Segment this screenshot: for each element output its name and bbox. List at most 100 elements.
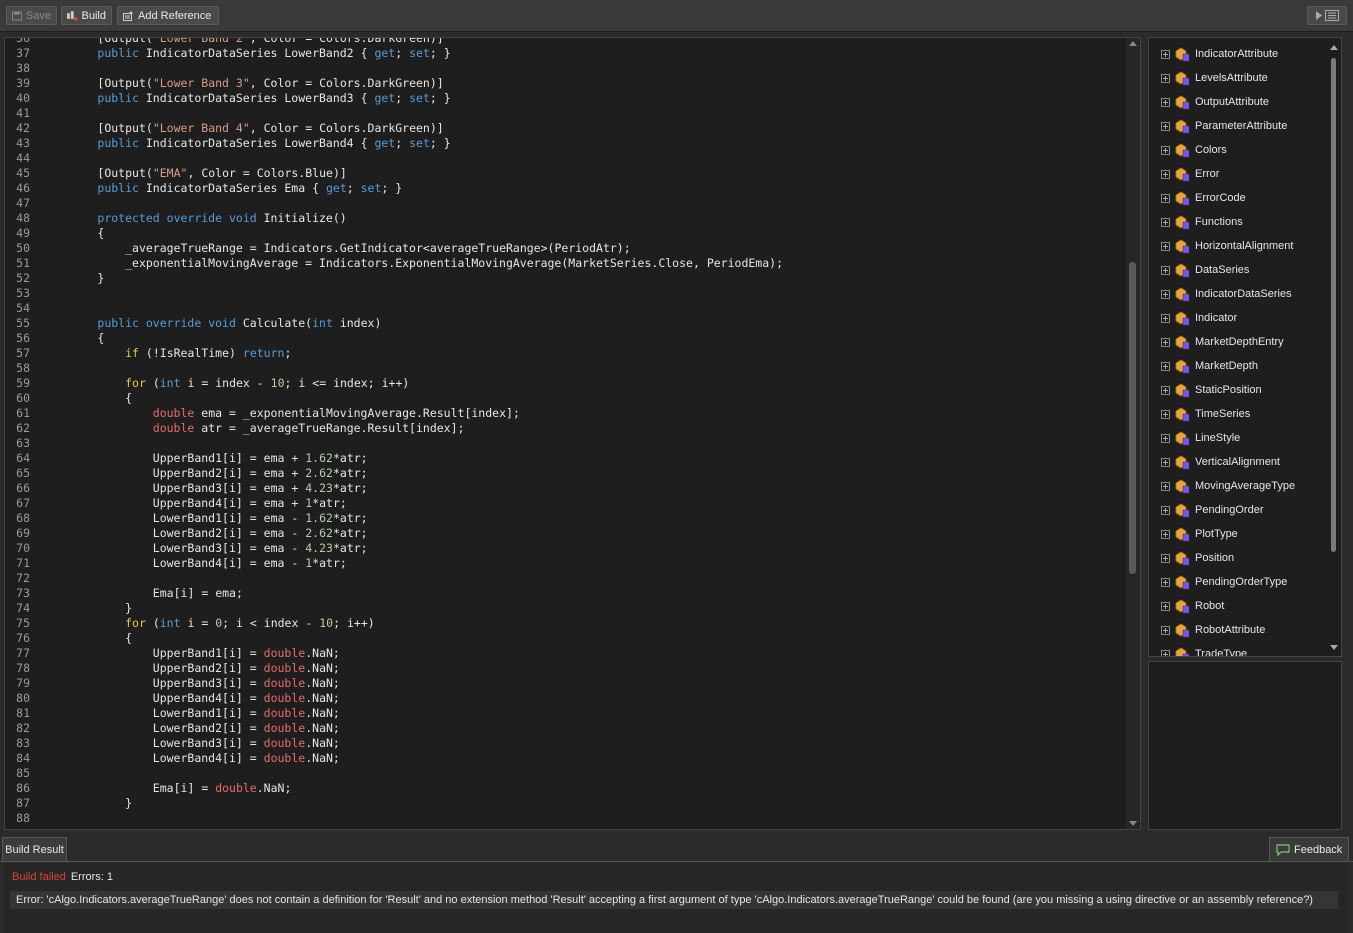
code-line[interactable]: 82 LowerBand2[i] = double.NaN; (5, 721, 1125, 736)
tree-item[interactable]: PendingOrder (1149, 498, 1329, 522)
code-area[interactable]: 36 [Output("Lower Band 2", Color = Color… (5, 38, 1125, 829)
code-line[interactable]: 80 UpperBand4[i] = double.NaN; (5, 691, 1125, 706)
expand-icon[interactable] (1161, 193, 1170, 203)
expand-icon[interactable] (1161, 361, 1170, 371)
code-line[interactable]: 36 [Output("Lower Band 2", Color = Color… (5, 38, 1125, 46)
code-line[interactable]: 57 if (!IsRealTime) return; (5, 346, 1125, 361)
tree-scroll-up-icon[interactable] (1330, 45, 1338, 50)
tree-item[interactable]: Indicator (1149, 306, 1329, 330)
code-line[interactable]: 38 (5, 61, 1125, 76)
code-line[interactable]: 39 [Output("Lower Band 3", Color = Color… (5, 76, 1125, 91)
code-line[interactable]: 64 UpperBand1[i] = ema + 1.62*atr; (5, 451, 1125, 466)
expand-icon[interactable] (1161, 217, 1170, 227)
tab-build-result[interactable]: Build Result (2, 837, 67, 861)
expand-icon[interactable] (1161, 409, 1170, 419)
expand-icon[interactable] (1161, 505, 1170, 515)
code-line[interactable]: 51 _exponentialMovingAverage = Indicator… (5, 256, 1125, 271)
code-line[interactable]: 47 (5, 196, 1125, 211)
expand-icon[interactable] (1161, 313, 1170, 323)
save-button[interactable]: Save (6, 6, 57, 25)
tree-item[interactable]: Position (1149, 546, 1329, 570)
code-line[interactable]: 75 for (int i = 0; i < index - 10; i++) (5, 616, 1125, 631)
tree-item[interactable]: ErrorCode (1149, 186, 1329, 210)
code-line[interactable]: 87 } (5, 796, 1125, 811)
code-line[interactable]: 84 LowerBand4[i] = double.NaN; (5, 751, 1125, 766)
code-line[interactable]: 70 LowerBand3[i] = ema - 4.23*atr; (5, 541, 1125, 556)
tree-item[interactable]: MarketDepth (1149, 354, 1329, 378)
code-line[interactable]: 61 double ema = _exponentialMovingAverag… (5, 406, 1125, 421)
code-line[interactable]: 37 public IndicatorDataSeries LowerBand2… (5, 46, 1125, 61)
panel-toggle-button[interactable] (1307, 6, 1347, 25)
tree-item[interactable]: LineStyle (1149, 426, 1329, 450)
expand-icon[interactable] (1161, 553, 1170, 563)
code-line[interactable]: 83 LowerBand3[i] = double.NaN; (5, 736, 1125, 751)
code-line[interactable]: 79 UpperBand3[i] = double.NaN; (5, 676, 1125, 691)
expand-icon[interactable] (1161, 337, 1170, 347)
tree-vertical-scrollbar[interactable] (1327, 38, 1341, 656)
scroll-down-icon[interactable] (1129, 821, 1137, 826)
code-line[interactable]: 49 { (5, 226, 1125, 241)
code-line[interactable]: 77 UpperBand1[i] = double.NaN; (5, 646, 1125, 661)
expand-icon[interactable] (1161, 625, 1170, 635)
build-button[interactable]: Build (61, 6, 112, 25)
code-line[interactable]: 65 UpperBand2[i] = ema + 2.62*atr; (5, 466, 1125, 481)
code-line[interactable]: 66 UpperBand3[i] = ema + 4.23*atr; (5, 481, 1125, 496)
tree-item[interactable]: Colors (1149, 138, 1329, 162)
code-line[interactable]: 44 (5, 151, 1125, 166)
code-line[interactable]: 67 UpperBand4[i] = ema + 1*atr; (5, 496, 1125, 511)
code-line[interactable]: 73 Ema[i] = ema; (5, 586, 1125, 601)
code-line[interactable]: 56 { (5, 331, 1125, 346)
error-row[interactable]: Error: 'cAlgo.Indicators.averageTrueRang… (10, 891, 1338, 909)
code-line[interactable]: 86 Ema[i] = double.NaN; (5, 781, 1125, 796)
code-line[interactable]: 52 } (5, 271, 1125, 286)
code-line[interactable]: 72 (5, 571, 1125, 586)
code-line[interactable]: 78 UpperBand2[i] = double.NaN; (5, 661, 1125, 676)
tree-item[interactable]: Functions (1149, 210, 1329, 234)
code-line[interactable]: 55 public override void Calculate(int in… (5, 316, 1125, 331)
expand-icon[interactable] (1161, 289, 1170, 299)
tree-item[interactable]: Error (1149, 162, 1329, 186)
expand-icon[interactable] (1161, 265, 1170, 275)
code-line[interactable]: 62 double atr = _averageTrueRange.Result… (5, 421, 1125, 436)
tree-item[interactable]: LevelsAttribute (1149, 66, 1329, 90)
code-line[interactable]: 81 LowerBand1[i] = double.NaN; (5, 706, 1125, 721)
code-line[interactable]: 42 [Output("Lower Band 4", Color = Color… (5, 121, 1125, 136)
code-line[interactable]: 50 _averageTrueRange = Indicators.GetInd… (5, 241, 1125, 256)
expand-icon[interactable] (1161, 97, 1170, 107)
tree-scroll-down-icon[interactable] (1330, 645, 1338, 650)
expand-icon[interactable] (1161, 241, 1170, 251)
code-line[interactable]: 85 (5, 766, 1125, 781)
tree-item[interactable]: PlotType (1149, 522, 1329, 546)
code-line[interactable]: 58 (5, 361, 1125, 376)
code-line[interactable]: 88 (5, 811, 1125, 826)
tree-item[interactable]: ParameterAttribute (1149, 114, 1329, 138)
expand-icon[interactable] (1161, 577, 1170, 587)
expand-icon[interactable] (1161, 49, 1170, 59)
tree-item[interactable]: RobotAttribute (1149, 618, 1329, 642)
tree-scroll-thumb[interactable] (1331, 58, 1336, 552)
editor-vertical-scrollbar[interactable] (1126, 38, 1140, 829)
code-line[interactable]: 63 (5, 436, 1125, 451)
editor-scroll-thumb[interactable] (1129, 262, 1136, 574)
code-line[interactable]: 54 (5, 301, 1125, 316)
code-line[interactable]: 59 for (int i = index - 10; i <= index; … (5, 376, 1125, 391)
expand-icon[interactable] (1161, 73, 1170, 83)
feedback-button[interactable]: Feedback (1269, 837, 1349, 861)
expand-icon[interactable] (1161, 145, 1170, 155)
code-line[interactable]: 60 { (5, 391, 1125, 406)
code-line[interactable]: 45 [Output("EMA", Color = Colors.Blue)] (5, 166, 1125, 181)
expand-icon[interactable] (1161, 529, 1170, 539)
code-line[interactable]: 53 (5, 286, 1125, 301)
tree-item[interactable]: HorizontalAlignment (1149, 234, 1329, 258)
expand-icon[interactable] (1161, 169, 1170, 179)
code-line[interactable]: 43 public IndicatorDataSeries LowerBand4… (5, 136, 1125, 151)
tree-item[interactable]: IndicatorAttribute (1149, 42, 1329, 66)
code-line[interactable]: 71 LowerBand4[i] = ema - 1*atr; (5, 556, 1125, 571)
tree-item[interactable]: OutputAttribute (1149, 90, 1329, 114)
add-reference-button[interactable]: Add Reference (117, 6, 219, 25)
code-line[interactable]: 69 LowerBand2[i] = ema - 2.62*atr; (5, 526, 1125, 541)
tree-item[interactable]: TimeSeries (1149, 402, 1329, 426)
tree-item[interactable]: MarketDepthEntry (1149, 330, 1329, 354)
tree-item[interactable]: Robot (1149, 594, 1329, 618)
tree-item[interactable]: DataSeries (1149, 258, 1329, 282)
